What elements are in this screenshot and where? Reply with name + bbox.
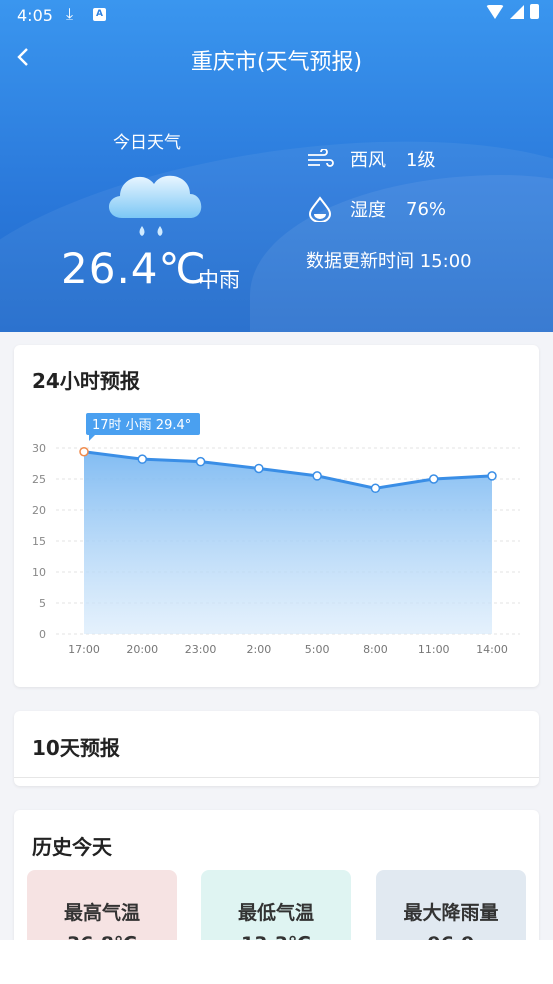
- water-drop-icon: [306, 196, 334, 222]
- notification-a-icon: A: [93, 8, 106, 21]
- humidity-value: 76%: [406, 198, 447, 220]
- data-point: [79, 446, 89, 457]
- wind-info: 西风 1级: [306, 146, 435, 172]
- x-tick-label: 8:00: [363, 643, 388, 656]
- humidity-label: 湿度: [350, 200, 386, 221]
- x-tick-label: 2:00: [247, 643, 272, 656]
- y-tick-label: 25: [32, 473, 46, 486]
- history-max-rain[interactable]: 最大降雨量 96.9: [376, 870, 526, 955]
- history-title: 历史今天: [32, 835, 112, 859]
- wind-direction: 西风: [350, 150, 386, 171]
- humidity-info: 湿度 76%: [306, 196, 446, 222]
- tooltip-pointer: [89, 435, 95, 441]
- signal-icon: [510, 4, 524, 19]
- forecast-24h-chart: 0 5 10 15 20 25 30 17:00 20:00 23:00 2:00 5:00 8:00 1…: [32, 413, 520, 656]
- page-title: 重庆市(天气预报): [190, 50, 363, 75]
- forecast-10d-title: 10天预报: [32, 736, 120, 760]
- app-bar: 重庆市(天气预报): [0, 36, 553, 82]
- history-max-rain-label: 最大降雨量: [403, 902, 499, 924]
- x-tick-label: 5:00: [305, 643, 330, 656]
- y-tick-label: 0: [39, 628, 46, 641]
- forecast-24h-card: 24小时预报 0 5 10 15 20 25 30 17:00 20:00 23:00 2:00 5:…: [14, 345, 539, 687]
- x-tick-label: 11:00: [418, 643, 450, 656]
- data-point: [254, 463, 264, 474]
- battery-icon: [530, 4, 539, 19]
- data-point: [312, 471, 322, 481]
- data-point: [137, 454, 148, 464]
- y-tick-label: 5: [39, 597, 46, 610]
- y-tick-label: 15: [32, 535, 46, 548]
- forecast-10d-card[interactable]: 10天预报: [14, 711, 539, 786]
- tooltip-text: 17时 小雨 29.4°: [92, 418, 191, 433]
- today-weather-label: 今日天气: [113, 133, 181, 153]
- data-point: [195, 456, 206, 467]
- update-time: 数据更新时间 15:00: [306, 251, 472, 272]
- data-point: [487, 471, 497, 481]
- x-tick-label: 23:00: [185, 643, 217, 656]
- wind-level: 1级: [406, 150, 436, 171]
- wind-icon: [306, 149, 334, 169]
- divider: [14, 777, 539, 778]
- data-point: [370, 483, 381, 494]
- y-tick-label: 10: [32, 566, 46, 579]
- current-temperature: 26.4℃: [61, 244, 207, 293]
- status-time: 4:05: [17, 6, 53, 25]
- bottom-blank-area: [0, 940, 553, 984]
- x-tick-label: 17:00: [68, 643, 100, 656]
- wifi-icon: [486, 4, 504, 19]
- status-icons: [486, 4, 539, 19]
- data-point: [428, 474, 439, 484]
- download-icon: ⤓: [66, 4, 74, 23]
- y-tick-label: 20: [32, 504, 46, 517]
- x-tick-label: 20:00: [126, 643, 158, 656]
- rain-cloud-icon: [108, 175, 202, 236]
- history-max-temp-label: 最高气温: [63, 902, 140, 924]
- y-tick-label: 30: [32, 442, 46, 455]
- status-bar: 4:05 ⤓ A: [0, 0, 553, 30]
- current-condition: 中雨: [198, 268, 240, 292]
- x-tick-label: 14:00: [476, 643, 508, 656]
- history-min-temp[interactable]: 最低气温 13.3℃: [201, 870, 351, 955]
- weather-header: 4:05 ⤓ A 重庆市(天气预报) 今日天气 26.4℃ 中雨 西风 1级 湿…: [0, 0, 553, 332]
- history-max-temp[interactable]: 最高气温 36.8℃: [27, 870, 177, 955]
- history-min-temp-label: 最低气温: [237, 902, 314, 924]
